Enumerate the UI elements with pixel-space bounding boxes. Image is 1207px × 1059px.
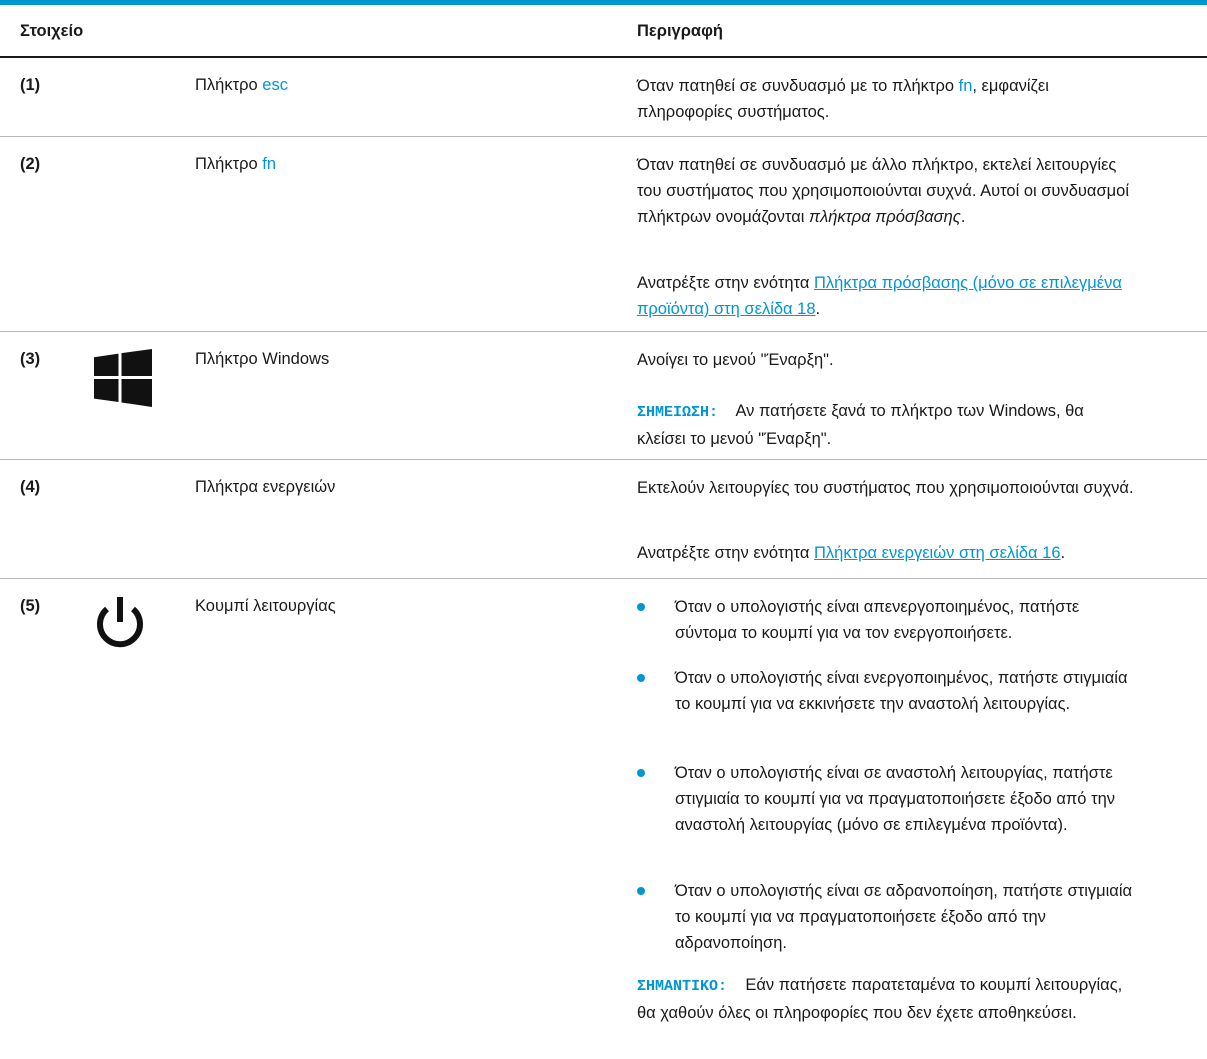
list-item-text: Όταν ο υπολογιστής είναι σε αδρανοποίηση… — [675, 882, 1133, 952]
description-text: Όταν πατηθεί σε συνδυασμό με το πλήκτρο — [637, 77, 955, 95]
component-name: Πλήκτρα ενεργειών — [195, 478, 336, 496]
component-name-text: Πλήκτρο — [195, 76, 258, 94]
description-text: . — [960, 208, 966, 226]
list-item-text: Όταν ο υπολογιστής είναι ενεργοποιημένος… — [675, 669, 1128, 713]
row-divider — [0, 578, 1207, 579]
power-icon — [97, 597, 143, 648]
emphasized-term: πλήκτρα πρόσβασης — [809, 208, 961, 226]
key-label-esc: esc — [262, 76, 288, 94]
table-top-accent-bar — [0, 0, 1207, 5]
component-name-text: Πλήκτρο — [195, 155, 258, 173]
component-description: Όταν πατηθεί σε συνδυασμό με το πλήκτρο … — [637, 73, 1137, 125]
bullet-icon — [637, 674, 645, 682]
component-name: Πλήκτρο Windows — [195, 350, 330, 368]
row-number: (3) — [20, 350, 41, 368]
note: ΣΗΜΑΝΤΙΚΟ: Εάν πατήσετε παρατεταμένα το … — [637, 972, 1137, 1026]
cross-reference: Ανατρέξτε στην ενότητα Πλήκτρα ενεργειών… — [637, 540, 1137, 566]
cross-reference-text: Ανατρέξτε στην ενότητα — [637, 544, 810, 562]
cross-reference-link[interactable]: Πλήκτρα ενεργειών στη σελίδα 16 — [814, 544, 1061, 562]
windows-logo-icon — [94, 349, 152, 407]
note: ΣΗΜΕΙΩΣΗ: Αν πατήσετε ξανά το πλήκτρο τω… — [637, 398, 1137, 452]
punctuation: . — [1060, 544, 1066, 562]
list-item-text: Όταν ο υπολογιστής είναι σε αναστολή λει… — [675, 764, 1116, 834]
row-number: (4) — [20, 478, 41, 496]
row-divider — [0, 331, 1207, 332]
key-label-fn: fn — [958, 77, 973, 95]
column-header-description: Περιγραφή — [637, 22, 723, 40]
cross-reference: Ανατρέξτε στην ενότητα Πλήκτρα πρόσβασης… — [637, 270, 1137, 322]
key-label-fn: fn — [262, 155, 277, 173]
row-divider — [0, 459, 1207, 460]
component-description: Ανοίγει το μενού "Έναρξη". — [637, 351, 834, 369]
punctuation: . — [815, 300, 821, 318]
cross-reference-text: Ανατρέξτε στην ενότητα — [637, 274, 810, 292]
component-name: Κουμπί λειτουργίας — [195, 597, 336, 615]
row-number: (2) — [20, 155, 41, 173]
column-header-item: Στοιχείο — [20, 22, 84, 40]
important-label: ΣΗΜΑΝΤΙΚΟ: — [637, 978, 728, 995]
note-label: ΣΗΜΕΙΩΣΗ: — [637, 404, 719, 421]
row-number: (5) — [20, 597, 41, 615]
bullet-icon — [637, 603, 645, 611]
component-name: Πλήκτρο esc — [195, 76, 288, 95]
component-name: Πλήκτρο fn — [195, 155, 276, 174]
row-number: (1) — [20, 76, 41, 94]
bullet-icon — [637, 769, 645, 777]
bullet-icon — [637, 887, 645, 895]
component-description: Όταν πατηθεί σε συνδυασμό με άλλο πλήκτρ… — [637, 152, 1137, 230]
row-divider — [0, 136, 1207, 137]
component-description: Εκτελούν λειτουργίες του συστήματος που … — [637, 479, 1134, 497]
header-divider — [0, 56, 1207, 58]
list-item-text: Όταν ο υπολογιστής είναι απενεργοποιημέν… — [675, 598, 1080, 642]
